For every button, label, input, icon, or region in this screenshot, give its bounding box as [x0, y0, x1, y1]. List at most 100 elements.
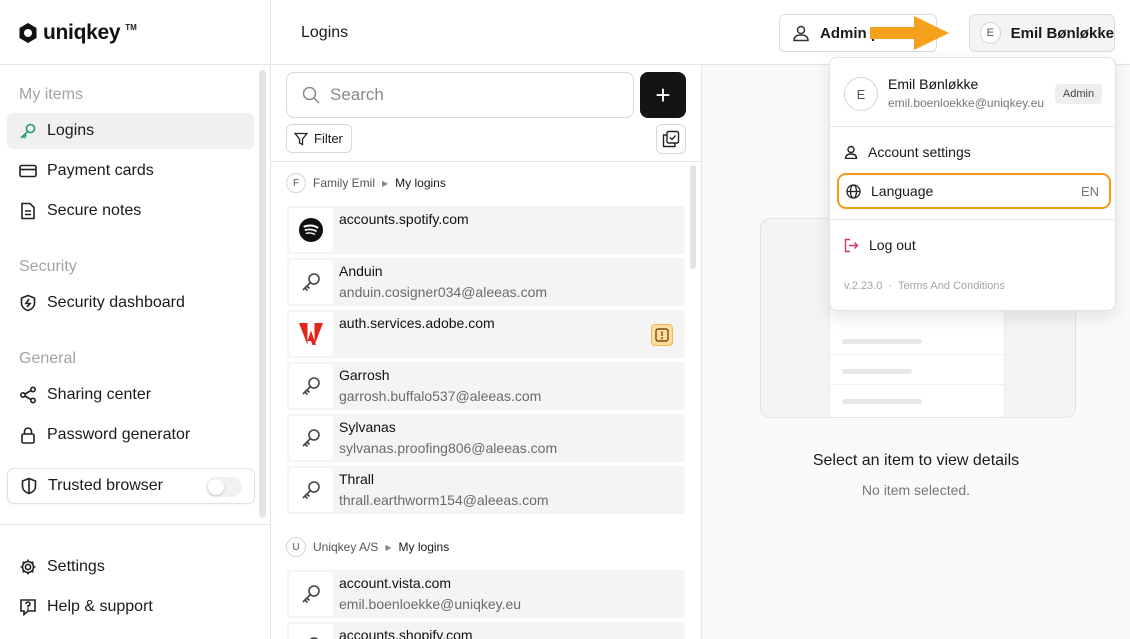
uniqkey-logo[interactable]: uniqkey TM [18, 20, 137, 46]
group-folder: My logins [395, 176, 446, 190]
sidebar-item-settings[interactable]: Settings [7, 549, 254, 585]
share-icon [19, 386, 37, 404]
logout-menu-item[interactable]: Log out [844, 237, 916, 253]
sidebar-item-label: Sharing center [47, 386, 152, 403]
trusted-browser-switch[interactable] [206, 477, 242, 497]
sidebar-divider [0, 64, 270, 65]
illustration-line [842, 369, 912, 374]
copy-check-icon [662, 130, 680, 148]
logo-trademark: TM [125, 22, 137, 32]
section-label-my-items: My items [19, 86, 83, 103]
group-header-family-emil: F Family Emil ▶ My logins [286, 173, 446, 193]
illustration-divider [830, 354, 1004, 355]
shield-half-icon [20, 477, 38, 495]
account-settings-menu-item[interactable]: Account settings [844, 144, 971, 160]
globe-icon [846, 183, 861, 199]
footer-separator: · [888, 280, 892, 292]
item-title: Anduin [339, 263, 383, 279]
filter-label: Filter [314, 131, 343, 146]
key-icon [289, 624, 333, 639]
sidebar-scrollbar[interactable] [259, 70, 266, 518]
list-scrollbar[interactable] [690, 165, 696, 269]
user-menu-button[interactable]: E Emil Bønløkke [969, 14, 1115, 52]
role-badge: Admin [1055, 84, 1102, 104]
version-label: v.2.23.0 [844, 280, 883, 292]
dropdown-user-email: emil.boenloekke@uniqkey.eu [888, 96, 1045, 110]
trusted-browser-toggle-row[interactable]: Trusted browser [7, 468, 255, 504]
list-item[interactable]: Garrosh garrosh.buffalo537@aleeas.com [287, 362, 685, 410]
logo-mark-icon [19, 23, 37, 43]
item-subtitle: emil.boenloekke@uniqkey.eu [339, 596, 522, 612]
sidebar-item-sharing-center[interactable]: Sharing center [7, 377, 254, 413]
list-item[interactable]: auth.services.adobe.com [287, 310, 685, 358]
gear-icon [19, 558, 37, 576]
sidebar-item-help-support[interactable]: Help & support [7, 589, 254, 625]
sidebar-item-payment-cards[interactable]: Payment cards [7, 153, 254, 189]
sidebar-item-password-generator[interactable]: Password generator [7, 417, 254, 453]
illustration-line [842, 399, 922, 404]
warning-icon[interactable] [651, 324, 673, 346]
adobe-logo-icon [289, 312, 333, 356]
item-title: Garrosh [339, 367, 390, 383]
sidebar-item-label: Password generator [47, 426, 191, 443]
spotify-logo-icon [289, 208, 333, 252]
arrow-annotation-icon [870, 16, 949, 50]
menu-item-label: Language [871, 183, 934, 199]
breadcrumb-chevron-icon: ▶ [382, 178, 389, 188]
sidebar-item-label: Settings [47, 558, 105, 575]
sidebar-item-label: Logins [47, 122, 95, 139]
empty-state-title: Select an item to view details [812, 452, 1020, 469]
search-icon [302, 86, 320, 104]
trusted-browser-label: Trusted browser [48, 477, 163, 494]
search-placeholder: Search [330, 85, 384, 104]
item-title: auth.services.adobe.com [339, 315, 495, 331]
user-icon [792, 24, 810, 42]
item-subtitle: anduin.cosigner034@aleeas.com [339, 284, 548, 300]
switch-knob [208, 479, 224, 495]
list-item[interactable]: Sylvanas sylvanas.proofing806@aleeas.com [287, 414, 685, 462]
list-item[interactable]: Thrall thrall.earthworm154@aleeas.com [287, 466, 685, 514]
sidebar: uniqkey TM My items Logins Payment cards… [0, 0, 271, 639]
filter-button[interactable]: Filter [286, 124, 352, 153]
sidebar-item-logins[interactable]: Logins [7, 113, 254, 149]
dropdown-user-name: Emil Bønløkke [888, 76, 979, 92]
language-item-content: Language [846, 183, 933, 199]
dropdown-divider [830, 126, 1115, 127]
terms-link[interactable]: Terms And Conditions [898, 280, 1005, 292]
add-login-button[interactable]: + [640, 72, 686, 118]
logout-icon [844, 238, 859, 253]
section-label-general: General [19, 350, 76, 367]
list-item[interactable]: Anduin anduin.cosigner034@aleeas.com [287, 258, 685, 306]
sidebar-item-secure-notes[interactable]: Secure notes [7, 193, 254, 229]
group-owner: Family Emil [313, 176, 375, 190]
list-item[interactable]: accounts.shopify.com [287, 622, 685, 639]
sidebar-item-label: Help & support [47, 598, 153, 615]
filter-icon [294, 132, 308, 146]
sidebar-divider-bottom [0, 524, 270, 525]
top-bar: Logins Admin p E Emil Bønløkke [271, 0, 1130, 65]
list-divider [271, 161, 701, 162]
item-subtitle: sylvanas.proofing806@aleeas.com [339, 440, 558, 456]
item-title: accounts.spotify.com [339, 211, 469, 227]
multi-select-button[interactable] [656, 124, 686, 154]
language-code: EN [1080, 184, 1099, 199]
key-icon [289, 572, 333, 616]
item-subtitle: thrall.earthworm154@aleeas.com [339, 492, 549, 508]
credit-card-icon [19, 162, 37, 180]
group-header-uniqkey: U Uniqkey A/S ▶ My logins [286, 537, 449, 557]
list-item[interactable]: accounts.spotify.com [287, 206, 685, 254]
shield-bolt-icon [19, 294, 37, 312]
illustration-divider [830, 384, 1004, 385]
group-avatar: F [286, 173, 306, 193]
sidebar-item-label: Security dashboard [47, 294, 185, 311]
search-input[interactable]: Search [286, 72, 634, 118]
page-title: Logins [301, 24, 349, 41]
logo-text: uniqkey [43, 21, 121, 44]
dropdown-footer: v.2.23.0 · Terms And Conditions [844, 280, 1005, 292]
sidebar-item-security-dashboard[interactable]: Security dashboard [7, 285, 254, 321]
key-icon [289, 364, 333, 408]
group-avatar: U [286, 537, 306, 557]
list-item[interactable]: account.vista.com emil.boenloekke@uniqke… [287, 570, 685, 618]
language-menu-item[interactable]: Language EN [837, 173, 1111, 209]
menu-item-label: Log out [869, 237, 916, 253]
